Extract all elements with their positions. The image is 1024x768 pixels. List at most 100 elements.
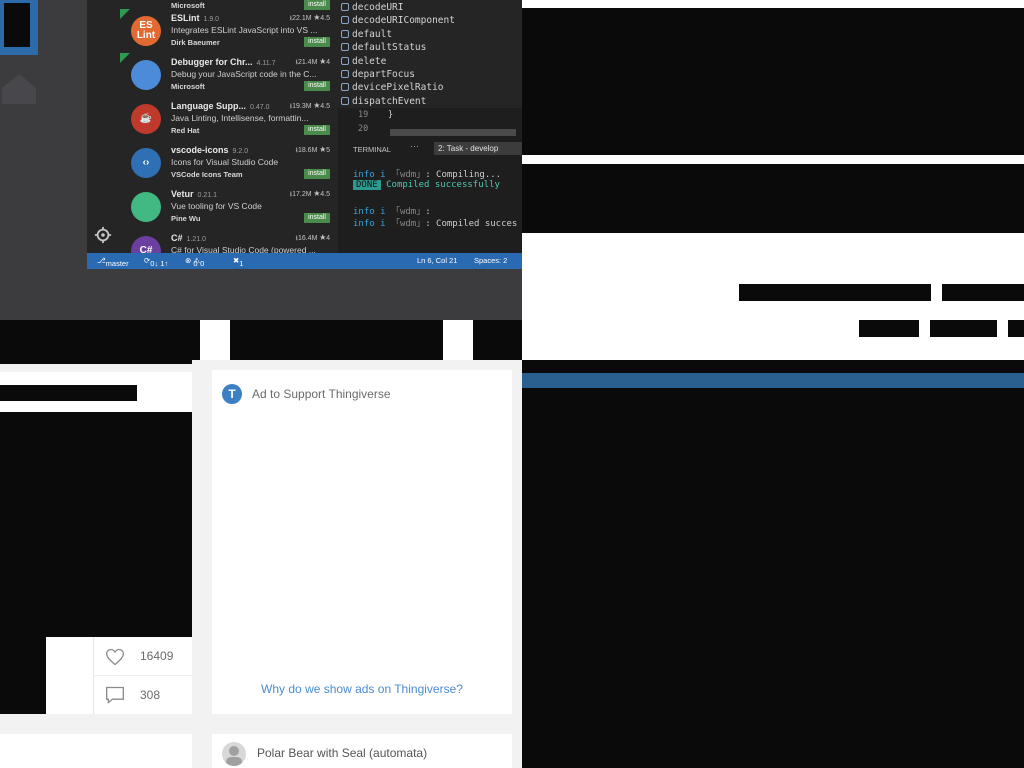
extension-item[interactable]: Vetur 0.21.1 ⭳17.2M ★4.5 Vue tooling for VS… bbox=[87, 185, 338, 229]
extension-item[interactable]: ES Lint ESLint 1.9.0 ⭳22.1M ★4.5 Integrates … bbox=[87, 9, 338, 53]
suggestion-item[interactable]: delete bbox=[341, 56, 386, 67]
extension-publisher: VSCode Icons Team bbox=[171, 170, 243, 179]
like-count: 16409 bbox=[140, 649, 174, 663]
divider bbox=[0, 364, 192, 372]
extension-name: C# 1.21.0 bbox=[171, 233, 206, 243]
symbol-icon bbox=[341, 56, 349, 65]
extension-item[interactable]: C# C# 1.21.0 ⭳16.4M ★4 C# for Visual Studio … bbox=[87, 229, 338, 253]
gutter bbox=[0, 714, 522, 734]
terminal-line: info i 「wdm」: Compiling... bbox=[353, 170, 502, 180]
install-button[interactable]: install bbox=[304, 213, 330, 223]
extension-stats: ⭳22.1M ★4.5 bbox=[289, 15, 330, 22]
redacted-text bbox=[739, 284, 931, 301]
ad-label: Ad to Support Thingiverse bbox=[252, 387, 391, 401]
extension-publisher: Pine Wu bbox=[171, 214, 201, 223]
terminal-tab[interactable]: TERMINAL bbox=[353, 145, 391, 154]
extension-publisher: Microsoft bbox=[171, 82, 205, 91]
gear-icon[interactable] bbox=[94, 226, 112, 244]
indentation-indicator[interactable]: Spaces: 2 bbox=[474, 256, 507, 265]
cursor-position[interactable]: Ln 6, Col 21 bbox=[417, 256, 457, 265]
comment-icon[interactable] bbox=[105, 685, 125, 705]
extension-icon bbox=[131, 192, 161, 222]
suggestion-item[interactable]: departFocus bbox=[341, 69, 415, 80]
extension-icon: ES Lint bbox=[131, 16, 161, 46]
more-icon[interactable]: ··· bbox=[410, 141, 419, 151]
divider bbox=[94, 675, 192, 676]
extension-stats: ⭳17.2M ★4.5 bbox=[289, 191, 330, 198]
suggestion-widget: decodeURI decodeURIComponent default defaul… bbox=[338, 0, 522, 108]
redacted-button[interactable] bbox=[859, 320, 919, 337]
symbol-icon bbox=[341, 43, 349, 52]
sync-indicator[interactable]: ⟳ 0↓ 1↑ bbox=[144, 256, 168, 268]
symbol-icon bbox=[341, 16, 349, 25]
problems-indicator[interactable]: ⊗ 0 ⚠ 0 bbox=[185, 256, 204, 268]
terminal-line: DONE Compiled successfully bbox=[353, 180, 500, 190]
branch-indicator[interactable]: ⎇ master bbox=[97, 256, 129, 268]
extension-description: Vue tooling for VS Code bbox=[171, 201, 262, 211]
redacted-button[interactable] bbox=[930, 320, 997, 337]
home-icon[interactable] bbox=[0, 66, 38, 104]
activity-active-item[interactable] bbox=[0, 0, 38, 55]
thing-title[interactable]: Polar Bear with Seal (automata) bbox=[257, 746, 427, 760]
redacted-title bbox=[0, 385, 137, 401]
divider bbox=[212, 360, 522, 370]
symbol-icon bbox=[341, 83, 349, 92]
terminal-task-select[interactable]: 2: Task - develop bbox=[434, 142, 522, 155]
thingiverse-logo-icon: T bbox=[222, 384, 242, 404]
install-button[interactable]: install bbox=[304, 81, 330, 91]
extension-name: Debugger for Chr... 4.11.7 bbox=[171, 57, 276, 67]
extension-name: Vetur 0.21.1 bbox=[171, 189, 217, 199]
comment-count: 308 bbox=[140, 688, 161, 702]
suggestion-item[interactable]: defaultStatus bbox=[341, 42, 426, 53]
activity-bar bbox=[0, 0, 38, 320]
symbol-icon bbox=[341, 96, 349, 105]
suggestion-item[interactable]: decodeURIComponent bbox=[341, 15, 455, 26]
heart-icon[interactable] bbox=[105, 647, 125, 667]
avatar[interactable] bbox=[222, 742, 246, 766]
divider bbox=[522, 0, 1024, 8]
install-button[interactable]: install bbox=[304, 125, 330, 135]
line-number: 19 bbox=[358, 110, 369, 120]
accent-band bbox=[522, 373, 1024, 388]
thing-card[interactable] bbox=[0, 734, 192, 768]
line-number: 20 bbox=[358, 124, 369, 134]
suggestion-item[interactable]: devicePixelRatio bbox=[341, 82, 444, 93]
extension-description: Java Linting, Intellisense, formattin... bbox=[171, 113, 309, 123]
redacted-text bbox=[942, 284, 1024, 301]
suggestion-item[interactable]: dispatchEvent bbox=[341, 96, 426, 107]
extension-stats: ⭳18.6M ★5 bbox=[295, 147, 331, 154]
extension-item[interactable]: ☕ Language Supp... 0.47.0 ⭳19.3M ★4.5 Java L… bbox=[87, 97, 338, 141]
extension-stats: ⭳19.3M ★4.5 bbox=[289, 103, 330, 110]
extension-indicator[interactable]: ✖ 1 bbox=[233, 256, 243, 268]
thing-card[interactable]: 16409 308 bbox=[0, 372, 192, 714]
divider bbox=[522, 155, 1024, 164]
suggestion-item[interactable]: decodeURI bbox=[341, 2, 403, 13]
install-button[interactable]: install bbox=[304, 37, 330, 47]
extension-description: C# for Visual Studio Code (powered ... bbox=[171, 245, 316, 253]
extension-item[interactable]: Debugger for Chr... 4.11.7 ⭳21.4M ★4 Debug … bbox=[87, 53, 338, 97]
install-button[interactable]: install bbox=[304, 169, 330, 179]
thing-image-extension bbox=[0, 637, 46, 714]
thing-card[interactable]: Polar Bear with Seal (automata) bbox=[212, 734, 512, 768]
horizontal-scrollbar[interactable] bbox=[390, 129, 516, 136]
extension-item[interactable]: ‹› vscode-icons 9.2.0 ⭳18.6M ★5 Icons for Vi… bbox=[87, 141, 338, 185]
header-panel bbox=[522, 233, 1024, 360]
extension-publisher: Dirk Baeumer bbox=[171, 38, 220, 47]
extension-icon: ☕ bbox=[131, 104, 161, 134]
gap-panel bbox=[200, 320, 230, 360]
extension-icon bbox=[131, 60, 161, 90]
vscode-screenshot: Microsoft install ES Lint ESLint 1.9.0 ⭳22.… bbox=[0, 0, 522, 320]
symbol-icon bbox=[341, 70, 349, 78]
extension-description: Icons for Visual Studio Code bbox=[171, 157, 279, 167]
extension-stats: ⭳16.4M ★4 bbox=[295, 235, 331, 242]
extension-description: Debug your JavaScript code in the C... bbox=[171, 69, 317, 79]
extension-name: vscode-icons 9.2.0 bbox=[171, 145, 249, 155]
gutter bbox=[512, 360, 522, 768]
why-ads-link[interactable]: Why do we show ads on Thingiverse? bbox=[212, 682, 512, 696]
thing-image[interactable] bbox=[0, 412, 192, 637]
redacted-button[interactable] bbox=[1008, 320, 1024, 337]
suggestion-item[interactable]: default bbox=[341, 29, 392, 40]
symbol-icon bbox=[341, 29, 349, 38]
extension-icon: C# bbox=[131, 236, 161, 253]
terminal-panel[interactable]: TERMINAL ··· 2: Task - develop info i 「w… bbox=[338, 138, 522, 253]
